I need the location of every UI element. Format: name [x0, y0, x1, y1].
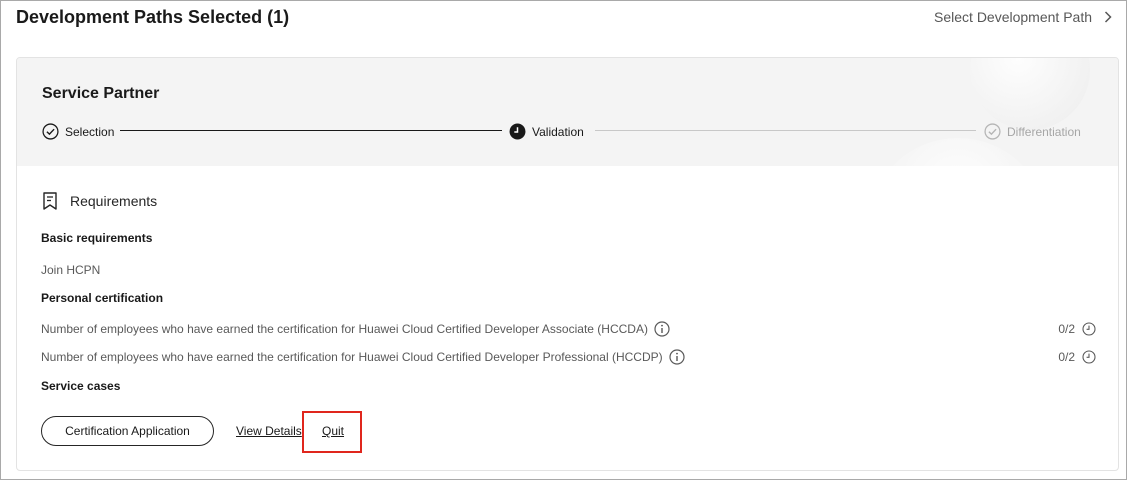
- info-icon[interactable]: [669, 349, 685, 365]
- app-frame: Development Paths Selected (1) Select De…: [0, 0, 1127, 480]
- clock-icon: [1082, 350, 1096, 364]
- step-label: Validation: [532, 124, 584, 139]
- step-label: Selection: [65, 124, 115, 139]
- chevron-right-icon: [1104, 11, 1112, 23]
- clock-filled-icon: [509, 123, 526, 140]
- progress-count: 0/2: [1058, 322, 1096, 336]
- count-value: 0/2: [1058, 322, 1075, 336]
- count-value: 0/2: [1058, 350, 1075, 364]
- step-label: Differentiation: [1007, 124, 1081, 139]
- select-path-label: Select Development Path: [934, 9, 1092, 25]
- clock-icon: [1082, 322, 1096, 336]
- page-title: Development Paths Selected (1): [16, 7, 290, 27]
- decorative-circle: [970, 58, 1090, 130]
- card-header: Service Partner Selection Validation Dif…: [17, 58, 1118, 166]
- requirements-title: Requirements: [70, 193, 158, 209]
- progress-count: 0/2: [1058, 350, 1096, 364]
- check-circle-icon: [42, 123, 59, 140]
- service-cases-title: Service cases: [41, 379, 121, 393]
- requirement-item: Join HCPN: [41, 263, 100, 277]
- basic-requirements-title: Basic requirements: [41, 231, 153, 245]
- step-connector: [120, 130, 502, 131]
- requirement-label: Number of employees who have earned the …: [41, 350, 663, 364]
- requirement-item: Number of employees who have earned the …: [41, 349, 685, 365]
- personal-certification-title: Personal certification: [41, 291, 164, 305]
- step-selection: Selection: [42, 123, 114, 140]
- requirements-heading: Requirements: [42, 192, 157, 210]
- view-details-link[interactable]: View Details: [236, 424, 302, 438]
- decorative-circle: [868, 138, 1048, 166]
- select-development-path-link[interactable]: Select Development Path: [934, 9, 1112, 25]
- requirement-label: Join HCPN: [41, 263, 101, 277]
- step-differentiation: Differentiation: [984, 123, 1081, 140]
- requirement-item: Number of employees who have earned the …: [41, 321, 670, 337]
- step-connector: [595, 130, 976, 131]
- document-icon: [43, 192, 57, 210]
- development-path-card: Service Partner Selection Validation Dif…: [16, 57, 1119, 471]
- info-icon[interactable]: [654, 321, 670, 337]
- step-validation: Validation: [509, 123, 584, 140]
- certification-application-button[interactable]: Certification Application: [41, 416, 214, 446]
- quit-link[interactable]: Quit: [322, 424, 344, 438]
- path-name: Service Partner: [42, 85, 160, 102]
- requirement-label: Number of employees who have earned the …: [41, 322, 648, 336]
- check-circle-icon: [984, 123, 1001, 140]
